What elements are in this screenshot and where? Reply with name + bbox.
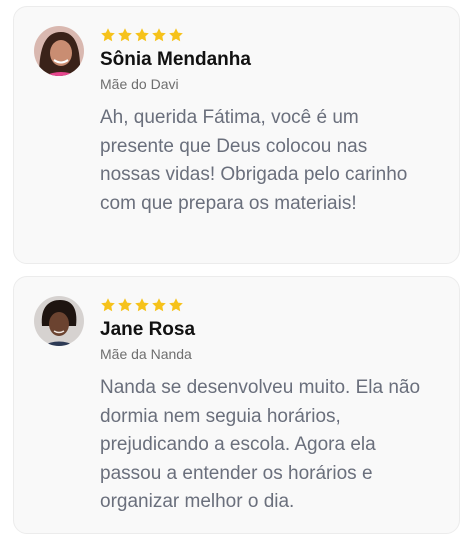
testimonial-card: Jane Rosa Mãe da Nanda Nanda se desenvol…: [13, 276, 460, 534]
reviewer-name: Sônia Mendanha: [100, 49, 251, 70]
star-icon: [134, 297, 150, 313]
rating-stars: [100, 27, 184, 43]
testimonial-text: Ah, querida Fátima, você é um presente q…: [100, 107, 408, 214]
rating-stars: [100, 297, 184, 313]
testimonial-text: Nanda se desenvolveu muito. Ela não dorm…: [100, 377, 421, 512]
avatar: [34, 26, 84, 76]
star-icon: [117, 297, 133, 313]
avatar: [34, 296, 84, 346]
star-icon: [168, 297, 184, 313]
star-icon: [134, 27, 150, 43]
star-icon: [100, 27, 116, 43]
star-icon: [151, 27, 167, 43]
star-icon: [168, 27, 184, 43]
star-icon: [100, 297, 116, 313]
star-icon: [151, 297, 167, 313]
star-icon: [117, 27, 133, 43]
testimonial-card: Sônia Mendanha Mãe do Davi Ah, querida F…: [13, 6, 460, 264]
reviewer-relation: Mãe da Nanda: [100, 346, 192, 362]
reviewer-relation: Mãe do Davi: [100, 76, 179, 92]
reviewer-name: Jane Rosa: [100, 319, 196, 340]
